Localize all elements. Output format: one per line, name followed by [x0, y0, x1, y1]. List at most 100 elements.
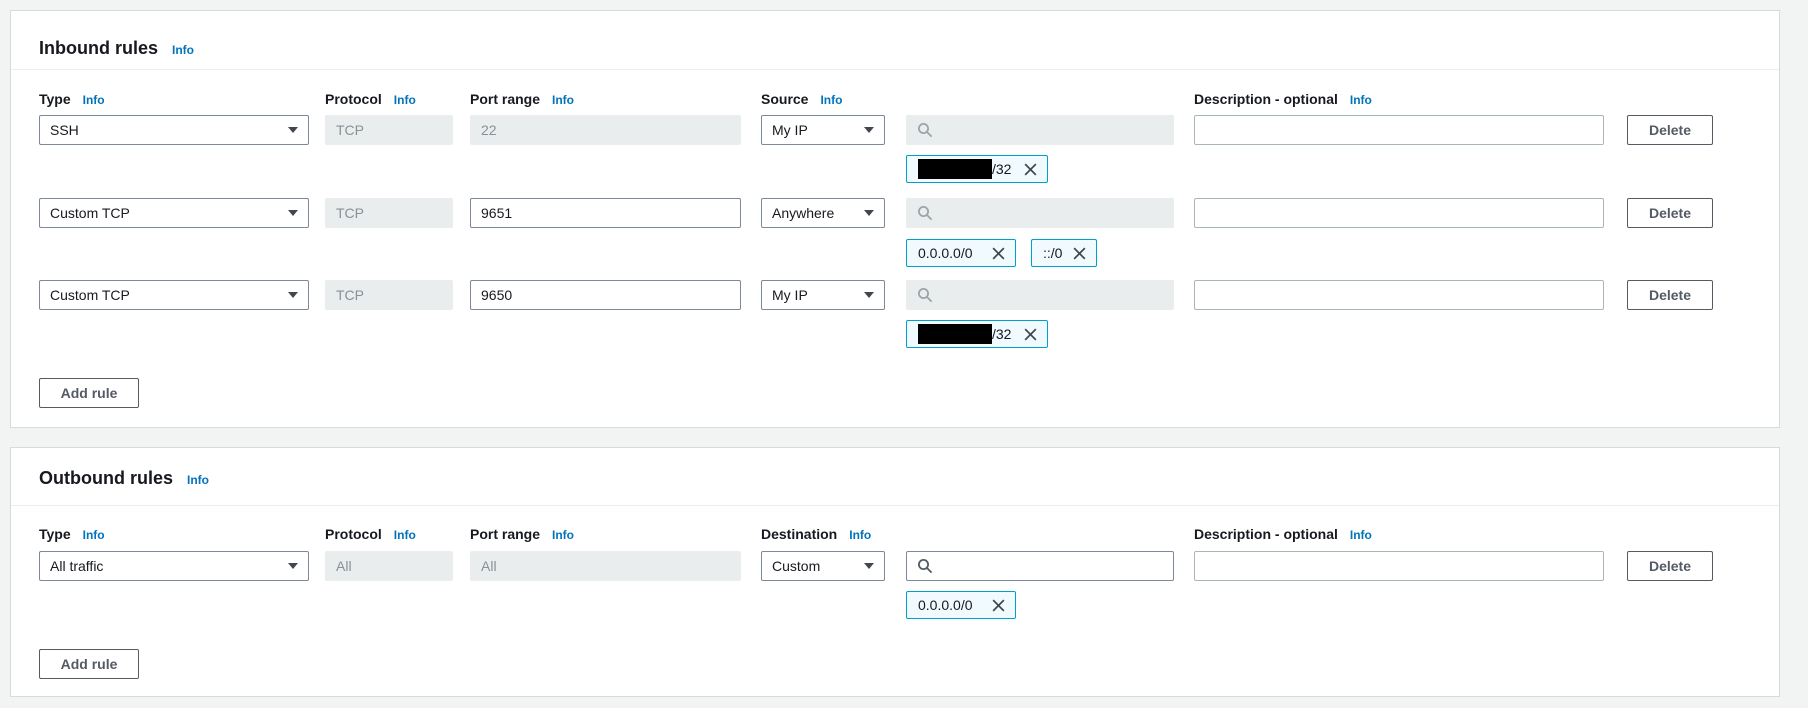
delete-rule-button[interactable]: Delete: [1627, 551, 1713, 581]
inbound-title: Inbound rules: [39, 38, 158, 59]
type-select[interactable]: All traffic: [39, 551, 309, 581]
protocol-info-link[interactable]: Info: [394, 528, 416, 542]
protocol-info-link[interactable]: Info: [394, 93, 416, 107]
description-input[interactable]: [1194, 280, 1604, 310]
delete-rule-button[interactable]: Delete: [1627, 198, 1713, 228]
cidr-chip-label: 0.0.0.0/0: [918, 597, 973, 613]
destination-select-value: Custom: [772, 558, 820, 574]
port-range-field: 22: [470, 115, 741, 145]
search-icon: [917, 205, 933, 221]
delete-rule-button[interactable]: Delete: [1627, 280, 1713, 310]
source-info-link[interactable]: Info: [820, 93, 842, 107]
inbound-info-link[interactable]: Info: [172, 43, 194, 57]
destination-info-link[interactable]: Info: [849, 528, 871, 542]
column-header-description: Description - optional Info: [1194, 526, 1372, 542]
column-header-protocol: Protocol Info: [325, 526, 416, 542]
source-select[interactable]: My IP: [761, 115, 885, 145]
protocol-value: TCP: [336, 205, 364, 221]
outbound-rule-row: All traffic All All Custom Delete: [11, 551, 1779, 581]
inbound-chip-row: /32: [11, 320, 1779, 348]
destination-cidr-search[interactable]: [906, 551, 1174, 581]
cidr-chip: ::/0: [1031, 239, 1097, 267]
remove-chip-icon[interactable]: [1023, 327, 1038, 342]
protocol-column-label: Protocol: [325, 526, 382, 542]
type-select[interactable]: Custom TCP: [39, 280, 309, 310]
source-column-label: Source: [761, 91, 808, 107]
delete-rule-button[interactable]: Delete: [1627, 115, 1713, 145]
port-range-column-label: Port range: [470, 526, 540, 542]
port-range-info-link[interactable]: Info: [552, 93, 574, 107]
port-range-column-label: Port range: [470, 91, 540, 107]
inbound-rule-row: SSH TCP 22 My IP Delete: [11, 115, 1779, 145]
protocol-column-label: Protocol: [325, 91, 382, 107]
source-select-value: Anywhere: [772, 205, 834, 221]
outbound-chip-row: 0.0.0.0/0: [11, 591, 1779, 619]
description-input[interactable]: [1194, 198, 1604, 228]
chevron-down-icon: [288, 210, 298, 216]
type-info-link[interactable]: Info: [83, 528, 105, 542]
inbound-chip-row: 0.0.0.0/0 ::/0: [11, 239, 1779, 267]
cidr-chip: /32: [906, 320, 1048, 348]
description-info-link[interactable]: Info: [1350, 93, 1372, 107]
divider: [11, 505, 1779, 506]
type-select-value: All traffic: [50, 558, 103, 574]
chevron-down-icon: [864, 292, 874, 298]
source-select-value: My IP: [772, 122, 808, 138]
source-select[interactable]: Anywhere: [761, 198, 885, 228]
port-range-input[interactable]: [470, 198, 741, 228]
port-range-field: All: [470, 551, 741, 581]
protocol-value: All: [336, 558, 352, 574]
type-column-label: Type: [39, 91, 71, 107]
redacted-ip-block: [918, 324, 992, 344]
description-info-link[interactable]: Info: [1350, 528, 1372, 542]
port-range-input[interactable]: [470, 280, 741, 310]
outbound-info-link[interactable]: Info: [187, 473, 209, 487]
inbound-rules-panel: Inbound rules Info Type Info Protocol In…: [10, 10, 1780, 428]
type-select-value: Custom TCP: [50, 205, 130, 221]
inbound-rule-row: Custom TCP TCP Anywhere Delete: [11, 198, 1779, 228]
type-select-value: Custom TCP: [50, 287, 130, 303]
remove-chip-icon[interactable]: [1072, 246, 1087, 261]
type-select[interactable]: Custom TCP: [39, 198, 309, 228]
remove-chip-icon[interactable]: [991, 246, 1006, 261]
add-rule-button[interactable]: Add rule: [39, 378, 139, 408]
column-header-source: Source Info: [761, 91, 842, 107]
redacted-ip-block: [918, 159, 992, 179]
description-input[interactable]: [1194, 551, 1604, 581]
search-icon: [917, 122, 933, 138]
type-info-link[interactable]: Info: [83, 93, 105, 107]
source-select[interactable]: My IP: [761, 280, 885, 310]
inbound-rule-row: Custom TCP TCP My IP Delete: [11, 280, 1779, 310]
destination-select[interactable]: Custom: [761, 551, 885, 581]
remove-chip-icon[interactable]: [991, 598, 1006, 613]
chevron-down-icon: [288, 292, 298, 298]
column-header-type: Type Info: [39, 526, 105, 542]
outbound-panel-header: Outbound rules Info: [39, 468, 209, 489]
type-select[interactable]: SSH: [39, 115, 309, 145]
description-input[interactable]: [1194, 115, 1604, 145]
source-cidr-search: [906, 198, 1174, 228]
cidr-chip-label: 0.0.0.0/0: [918, 245, 973, 261]
protocol-field: TCP: [325, 198, 453, 228]
inbound-chip-row: /32: [11, 155, 1779, 183]
column-header-port-range: Port range Info: [470, 526, 574, 542]
add-rule-button[interactable]: Add rule: [39, 649, 139, 679]
type-column-label: Type: [39, 526, 71, 542]
cidr-chip: /32: [906, 155, 1048, 183]
chevron-down-icon: [288, 127, 298, 133]
chevron-down-icon: [864, 210, 874, 216]
cidr-chip-label: /32: [992, 326, 1011, 342]
cidr-chip-label: /32: [992, 161, 1011, 177]
protocol-value: TCP: [336, 122, 364, 138]
chevron-down-icon: [864, 127, 874, 133]
protocol-field: TCP: [325, 280, 453, 310]
search-icon: [917, 558, 933, 574]
cidr-chip: 0.0.0.0/0: [906, 591, 1016, 619]
description-column-label: Description - optional: [1194, 91, 1338, 107]
destination-cidr-search-input[interactable]: [941, 553, 1163, 579]
column-header-port-range: Port range Info: [470, 91, 574, 107]
port-range-info-link[interactable]: Info: [552, 528, 574, 542]
description-column-label: Description - optional: [1194, 526, 1338, 542]
remove-chip-icon[interactable]: [1023, 162, 1038, 177]
source-select-value: My IP: [772, 287, 808, 303]
